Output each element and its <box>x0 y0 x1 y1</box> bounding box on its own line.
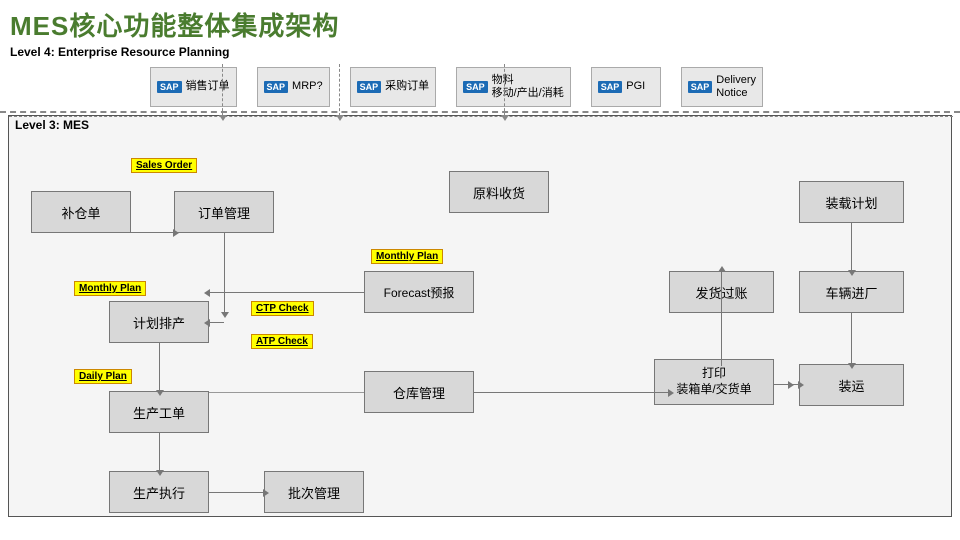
sap-mrp: SAP MRP? <box>257 67 330 107</box>
sap-material-move: SAP 物料移动/产出/消耗 <box>456 67 571 107</box>
sap-delivery-text: DeliveryNotice <box>716 74 756 100</box>
sap-mrp-text: MRP? <box>292 80 323 93</box>
page-title: MES核心功能整体集成架构 <box>0 0 960 45</box>
sap-pgi-text: PGI <box>626 80 645 93</box>
atp-check-label[interactable]: ATP Check <box>251 334 313 349</box>
dashed-purchase-down <box>504 64 505 116</box>
dashed-mrp-down <box>339 64 340 116</box>
dashed-top-line <box>9 116 953 117</box>
ji-hua-box: 计划排产 <box>109 301 209 343</box>
sap-logo-2: SAP <box>264 81 289 93</box>
monthly-plan-label-2[interactable]: Monthly Plan <box>74 281 146 296</box>
arrow-gongdan-zhixing <box>159 433 160 471</box>
forecast-box: Forecast预报 <box>364 271 474 313</box>
arrow-bucang-order <box>131 232 174 233</box>
mes-container: Level 3: MES 补仓单 订单管理 原料收货 Forecast预报 计划… <box>8 115 952 517</box>
sap-pgi: SAP PGI <box>591 67 661 107</box>
level4-label: Level 4: Enterprise Resource Planning <box>0 45 960 61</box>
sheng-chan-zhi-xing-box: 生产执行 <box>109 471 209 513</box>
print-box-el: 打印装箱单/交货单 <box>654 359 774 405</box>
arrow-zhixing-pici <box>209 492 264 493</box>
arrow-jihua-gongdan <box>159 343 160 391</box>
sap-delivery-notice: SAP DeliveryNotice <box>681 67 763 107</box>
sap-purchase-text: 采购订单 <box>385 80 429 93</box>
arrow-cheliang-zhuangyun <box>851 313 852 364</box>
bu-cang-dan-box: 补仓单 <box>31 191 131 233</box>
che-liang-box: 车辆进厂 <box>799 271 904 313</box>
sheng-chan-gong-dan-box: 生产工单 <box>109 391 209 433</box>
sap-sales-order: SAP 销售订单 <box>150 67 237 107</box>
pi-ci-box: 批次管理 <box>264 471 364 513</box>
sap-logo-5: SAP <box>598 81 623 93</box>
erp-row: SAP 销售订单 SAP MRP? SAP 采购订单 SAP 物料移动/产出/消… <box>0 61 960 113</box>
monthly-plan-label-1[interactable]: Monthly Plan <box>371 249 443 264</box>
daily-plan-label[interactable]: Daily Plan <box>74 369 132 384</box>
sap-purchase-order: SAP 采购订单 <box>350 67 437 107</box>
dashed-sales-down <box>222 64 223 116</box>
order-mgmt-box: 订单管理 <box>174 191 274 233</box>
sap-logo-6: SAP <box>688 81 713 93</box>
yuan-liao-box: 原料收货 <box>449 171 549 213</box>
mes-label: Level 3: MES <box>9 116 951 134</box>
arrow-order-down <box>224 233 225 313</box>
arrow-to-jihua <box>209 322 224 323</box>
sap-logo-1: SAP <box>157 81 182 93</box>
arrow-forecast-jihua <box>209 292 364 293</box>
arrow-print-zhuangyun <box>774 384 799 385</box>
arrow-cangku-fahuo <box>721 271 722 366</box>
sales-order-label[interactable]: Sales Order <box>131 158 197 173</box>
sap-logo-3: SAP <box>357 81 382 93</box>
ctp-check-label[interactable]: CTP Check <box>251 301 314 316</box>
zhuang-yun-box: 装运 <box>799 364 904 406</box>
cang-ku-box: 仓库管理 <box>364 371 474 413</box>
zhuang-zai-box: 装载计划 <box>799 181 904 223</box>
arrow-cangku-right <box>474 392 669 393</box>
arrow-zhuangzai-cheliang <box>851 223 852 271</box>
sap-logo-4: SAP <box>463 81 488 93</box>
sap-material-text: 物料移动/产出/消耗 <box>492 74 564 100</box>
line-cangku-left <box>209 392 364 393</box>
